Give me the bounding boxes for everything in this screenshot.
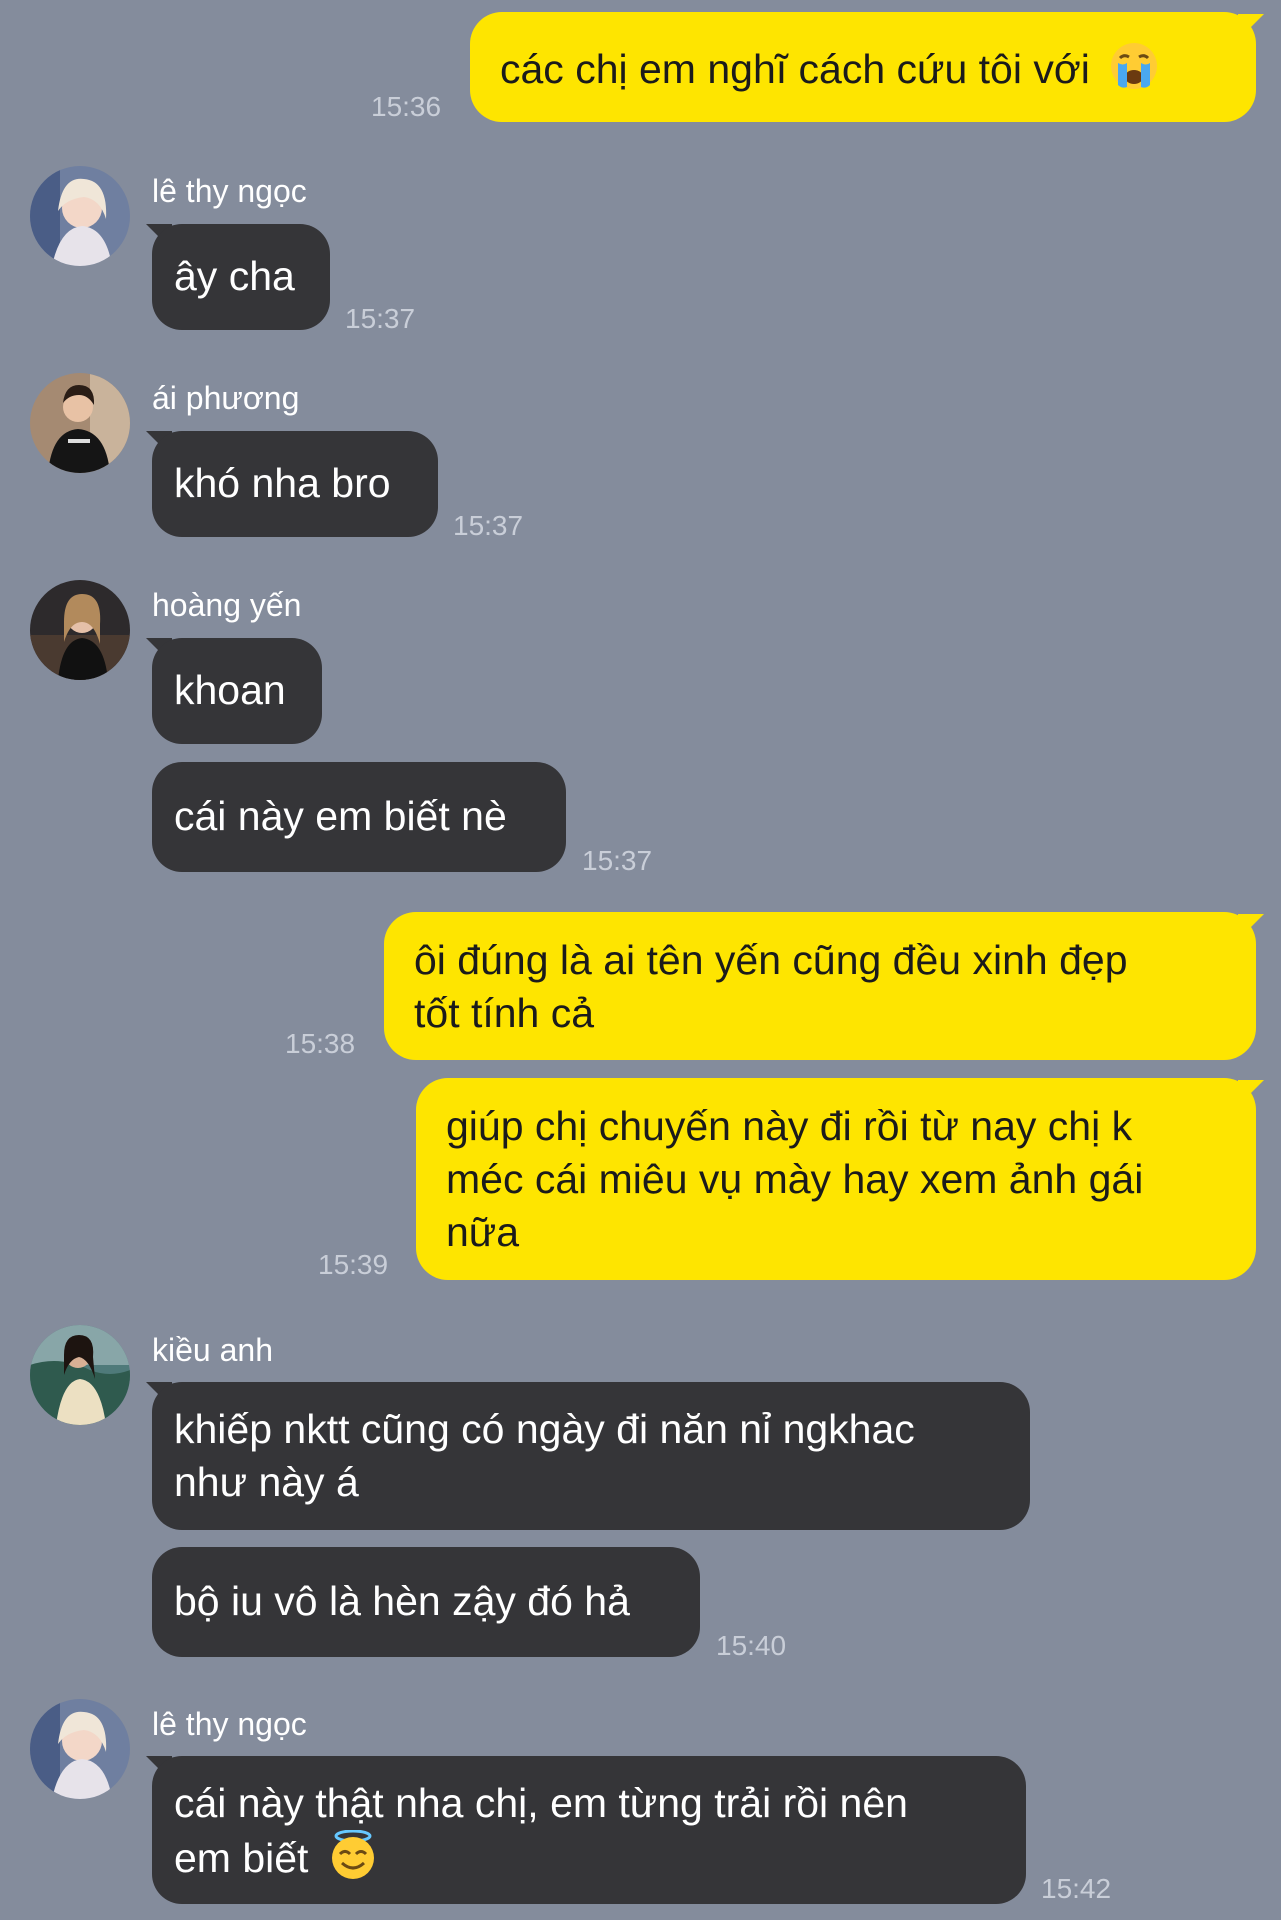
message-timestamp: 15:40	[716, 1630, 787, 1661]
sender-name: lê thy ngọc	[152, 173, 307, 209]
message-text-line: méc cái miêu vụ mày hay xem ảnh gái	[446, 1156, 1144, 1202]
message-timestamp: 15:39	[318, 1249, 389, 1280]
outgoing-message-bubble[interactable]: các chị em nghĩ cách cứu tôi với	[470, 12, 1256, 122]
crying-face-icon	[1109, 41, 1159, 91]
incoming-message-bubble[interactable]: bộ iu vô là hèn zậy đó hả	[152, 1547, 700, 1657]
message-text-line: ôi đúng là ai tên yến cũng đều xinh đẹp	[414, 937, 1128, 983]
message-timestamp: 15:37	[453, 510, 524, 541]
message-text: các chị em nghĩ cách cứu tôi với	[500, 46, 1090, 92]
message-text-line: như này á	[174, 1459, 359, 1505]
sender-name: hoàng yến	[152, 587, 302, 623]
message-timestamp: 15:38	[285, 1028, 356, 1059]
message-text-line: khiếp nktt cũng có ngày đi năn nỉ ngkhac	[174, 1406, 915, 1452]
message-text-line: nữa	[446, 1209, 520, 1255]
incoming-message-bubble[interactable]: khiếp nktt cũng có ngày đi năn nỉ ngkhac…	[152, 1382, 1030, 1530]
bubble-tail	[1238, 914, 1264, 940]
message-text: khó nha bro	[174, 460, 391, 506]
avatar[interactable]	[30, 1699, 130, 1799]
message-text: cái này em biết nè	[174, 793, 507, 839]
message-timestamp: 15:37	[582, 845, 653, 876]
sender-name: lê thy ngọc	[152, 1706, 307, 1742]
message-text-line: em biết	[174, 1835, 309, 1881]
incoming-message-bubble[interactable]: khoan	[152, 638, 322, 744]
outgoing-message-bubble[interactable]: ôi đúng là ai tên yến cũng đều xinh đẹp …	[384, 912, 1256, 1060]
incoming-message-bubble[interactable]: cái này thật nha chị, em từng trải rồi n…	[152, 1756, 1026, 1904]
message-text-line: tốt tính cả	[414, 990, 595, 1036]
sender-name: kiều anh	[152, 1332, 273, 1368]
message-timestamp: 15:37	[345, 303, 416, 334]
message-text: ây cha	[174, 253, 295, 299]
incoming-message-bubble[interactable]: khó nha bro	[152, 431, 438, 537]
avatar[interactable]	[30, 1325, 130, 1425]
bubble-tail	[1238, 1080, 1264, 1106]
sender-name: ái phương	[152, 380, 300, 416]
smiling-face-with-halo-icon	[328, 1829, 378, 1880]
message-timestamp: 15:36	[371, 91, 442, 122]
avatar[interactable]	[30, 166, 130, 266]
message-text-line: cái này thật nha chị, em từng trải rồi n…	[174, 1780, 908, 1826]
incoming-message-bubble[interactable]: cái này em biết nè	[152, 762, 566, 872]
message-text: khoan	[174, 667, 286, 713]
bubble-tail	[1238, 14, 1264, 40]
avatar[interactable]	[30, 373, 130, 473]
avatar[interactable]	[30, 580, 130, 680]
message-timestamp: 15:42	[1041, 1873, 1112, 1904]
message-text: bộ iu vô là hèn zậy đó hả	[174, 1578, 630, 1624]
outgoing-message-bubble[interactable]: giúp chị chuyến này đi rồi từ nay chị k …	[416, 1078, 1256, 1280]
incoming-message-bubble[interactable]: ây cha	[152, 224, 330, 330]
message-text-line: giúp chị chuyến này đi rồi từ nay chị k	[446, 1103, 1133, 1149]
